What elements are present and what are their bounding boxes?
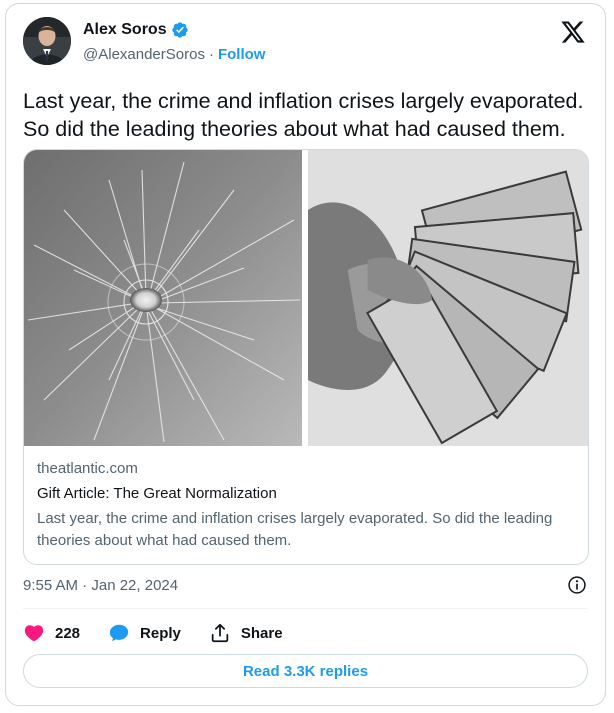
share-icon <box>211 623 229 643</box>
share-button[interactable]: Share <box>209 622 283 644</box>
link-description: Last year, the crime and inflation crise… <box>37 510 553 549</box>
likes-count: 228 <box>55 624 81 642</box>
handle-row: @AlexanderSoros · Follow <box>83 46 265 63</box>
separator-dot: · <box>208 46 214 63</box>
display-name[interactable]: Alex Soros <box>83 21 167 39</box>
link-title[interactable]: Gift Article: The Great Normalization <box>37 485 575 502</box>
link-preview-card[interactable]: theatlantic.com Gift Article: The Great … <box>23 149 589 565</box>
read-replies-button[interactable]: Read 3.3K replies <box>23 654 588 688</box>
tweet-card: Alex Soros @AlexanderSoros · Follow Last… <box>5 3 606 706</box>
link-preview-media <box>24 150 588 446</box>
verified-badge-icon <box>171 21 189 39</box>
x-logo-icon[interactable] <box>560 19 586 45</box>
cash-in-hand-photo <box>308 150 588 446</box>
link-preview-info: theatlantic.com Gift Article: The Great … <box>37 460 575 552</box>
action-bar: 228 Reply Share <box>23 617 283 649</box>
link-domain: theatlantic.com <box>37 460 138 477</box>
like-button[interactable]: 228 <box>23 622 80 644</box>
share-label: Share <box>240 624 283 642</box>
follow-button[interactable]: Follow <box>218 46 266 63</box>
profile-photo-icon <box>23 17 71 65</box>
handle[interactable]: @AlexanderSoros <box>83 46 205 63</box>
reply-label: Reply <box>140 624 181 642</box>
cracked-glass-photo <box>24 150 302 446</box>
tweet-timestamp[interactable]: 9:55 AM · Jan 22, 2024 <box>23 577 178 594</box>
reply-bubble-icon <box>109 624 129 642</box>
name-row: Alex Soros <box>83 21 189 39</box>
tweet-header: Alex Soros @AlexanderSoros · Follow <box>23 17 588 69</box>
reply-button[interactable]: Reply <box>108 622 181 644</box>
tweet-text: Last year, the crime and inflation crise… <box>23 89 584 141</box>
info-icon[interactable] <box>567 575 587 595</box>
heart-icon <box>24 625 44 642</box>
divider <box>23 608 588 609</box>
avatar[interactable] <box>23 17 71 65</box>
